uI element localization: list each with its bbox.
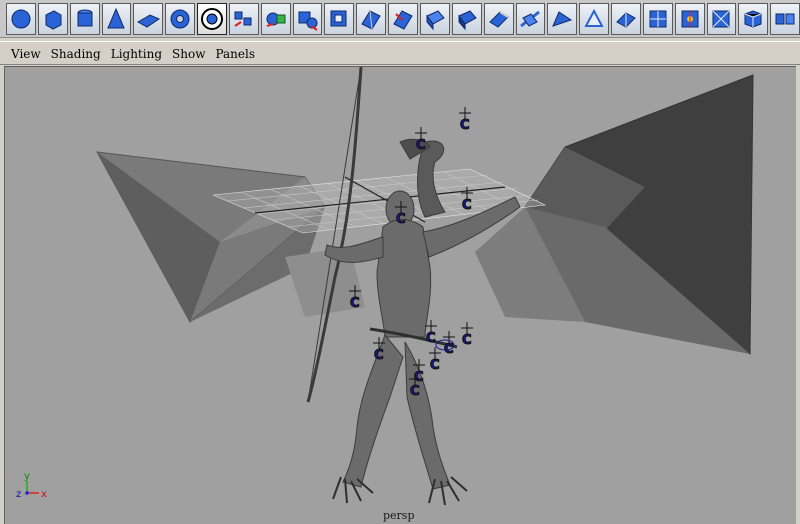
handle-label: C	[462, 198, 472, 213]
combine-icon	[234, 11, 252, 27]
axis-y-label: y	[24, 471, 30, 482]
split-polygon-icon	[298, 11, 318, 31]
poly-cone-icon	[107, 7, 126, 28]
handle-label: C	[416, 138, 426, 153]
handle-label: C	[396, 212, 406, 227]
mirror-tool-button[interactable]	[770, 2, 800, 35]
axis-indicator: y x z	[16, 471, 47, 500]
quadrangulate-icon	[744, 9, 762, 28]
handle-label: C	[462, 333, 472, 348]
panel-menubar: View Shading Lighting Show Panels	[0, 44, 800, 65]
wedge-face-icon	[488, 10, 509, 28]
handle-label: C	[460, 118, 470, 133]
merge-vertices-tool-button[interactable]	[547, 2, 578, 35]
poly-torus-icon	[170, 9, 190, 28]
separate-icon	[266, 12, 286, 27]
handle-label: C	[374, 348, 384, 363]
right-wing	[475, 74, 754, 355]
append-polygon-icon	[584, 8, 604, 27]
soft-selection-icon	[330, 10, 347, 26]
axis-x-label: x	[41, 489, 47, 500]
menu-shading[interactable]: Shading	[46, 47, 106, 61]
poly-pipe-tool-button[interactable]	[197, 2, 227, 35]
triangulate-tool-button[interactable]	[706, 2, 737, 35]
cut-faces-icon	[616, 11, 636, 28]
extrude-edge-icon	[426, 9, 445, 30]
handle-label: C	[426, 331, 436, 346]
duplicate-face-icon	[520, 10, 541, 27]
axis-z-label: z	[16, 489, 21, 500]
triangulate-icon	[712, 10, 730, 27]
poly-cylinder-icon	[77, 9, 93, 26]
soft-selection-tool-button[interactable]	[324, 2, 355, 35]
smooth-icon	[681, 10, 699, 27]
mirror-icon	[775, 13, 795, 24]
extrude-edge-tool-button[interactable]	[419, 2, 450, 35]
poly-sphere-tool-button[interactable]	[6, 2, 36, 35]
bevel-tool-button[interactable]	[451, 2, 482, 35]
poly-pipe-icon	[200, 7, 223, 30]
menu-panels[interactable]: Panels	[210, 47, 260, 61]
poly-cone-tool-button[interactable]	[101, 2, 132, 35]
split-polygon-tool-button[interactable]	[292, 2, 323, 35]
cut-faces-tool-button[interactable]	[611, 2, 641, 35]
combine-tool-button[interactable]	[228, 2, 259, 35]
extrude-face-tool-button[interactable]	[388, 2, 418, 35]
quadrangulate-tool-button[interactable]	[738, 2, 769, 35]
menu-view[interactable]: View	[6, 47, 46, 61]
poly-cube-icon	[45, 9, 62, 30]
duplicate-face-tool-button[interactable]	[515, 2, 546, 35]
wedge-face-tool-button[interactable]	[483, 2, 514, 35]
append-polygon-tool-button[interactable]	[579, 2, 610, 35]
merge-vertices-icon	[552, 10, 573, 27]
handle-label: C	[410, 384, 420, 399]
mesh-select-icon	[361, 9, 381, 30]
shelf-toolbar	[0, 0, 800, 38]
separate-tool-button[interactable]	[260, 2, 291, 35]
scene-view[interactable]: C C C C C C C C C C C C y x z	[5, 67, 796, 524]
subdivide-icon	[649, 10, 667, 27]
poly-cylinder-tool-button[interactable]	[69, 2, 100, 35]
handle-label: C	[350, 296, 360, 311]
bow	[306, 67, 363, 403]
mesh-select-tool-button[interactable]	[356, 2, 387, 35]
poly-plane-icon	[137, 13, 161, 28]
extrude-face-icon	[393, 9, 413, 30]
menu-lighting[interactable]: Lighting	[106, 47, 167, 61]
poly-sphere-icon	[11, 9, 31, 28]
smooth-tool-button[interactable]	[674, 2, 705, 35]
handle-label: C	[430, 358, 440, 373]
menu-show[interactable]: Show	[167, 47, 210, 61]
bevel-icon	[457, 9, 477, 30]
poly-plane-tool-button[interactable]	[133, 2, 164, 35]
poly-torus-tool-button[interactable]	[165, 2, 196, 35]
perspective-viewport[interactable]: C C C C C C C C C C C C y x z persp	[4, 66, 796, 524]
camera-name-label: persp	[383, 509, 415, 522]
poly-cube-tool-button[interactable]	[37, 2, 68, 35]
subdivide-tool-button[interactable]	[642, 2, 673, 35]
